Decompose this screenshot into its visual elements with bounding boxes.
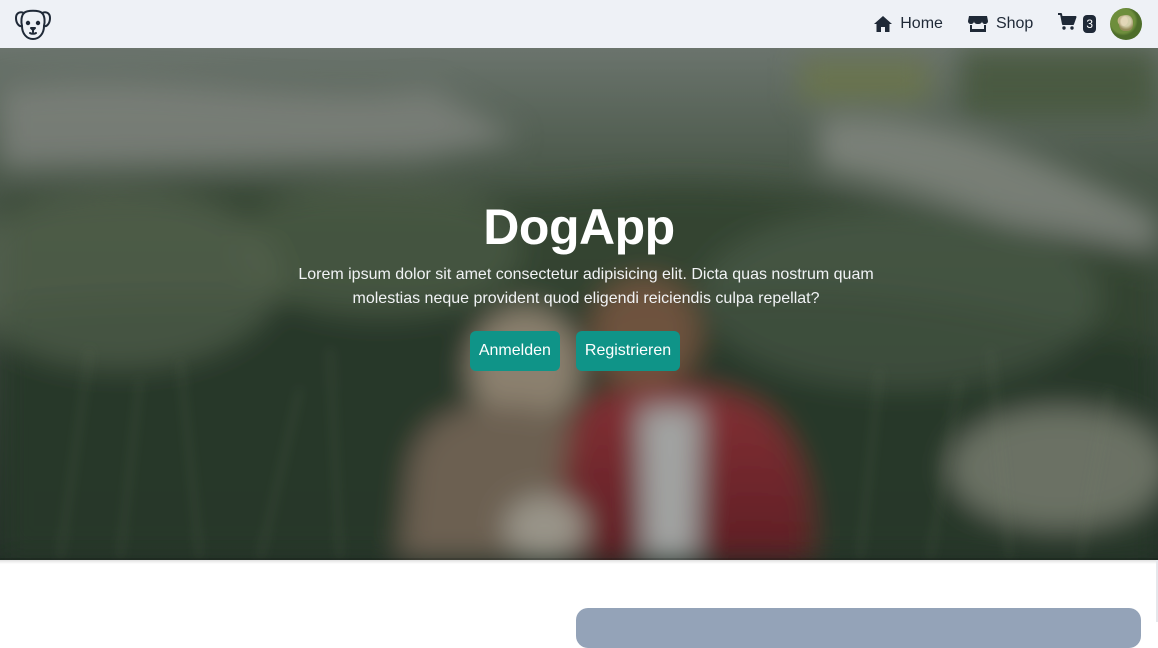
- home-icon: [873, 15, 893, 33]
- nav-shop-link[interactable]: Shop: [967, 0, 1033, 48]
- hero-buttons: Anmelden Registrieren: [0, 331, 1158, 371]
- nav-home-label: Home: [900, 15, 943, 32]
- hero-bottom-shadow: [0, 558, 1158, 564]
- dog-logo-icon[interactable]: [14, 5, 52, 43]
- cart-icon: [1057, 12, 1077, 36]
- login-button[interactable]: Anmelden: [469, 331, 560, 371]
- hero-section: DogApp Lorem ipsum dolor sit amet consec…: [0, 48, 1158, 560]
- store-icon: [967, 15, 989, 33]
- nav-shop-label: Shop: [995, 15, 1034, 32]
- cart-button[interactable]: 3: [1057, 12, 1096, 36]
- nav-home-link[interactable]: Home: [873, 0, 943, 48]
- cart-count-badge: 3: [1083, 15, 1096, 33]
- hero-title: DogApp: [483, 199, 675, 255]
- hero-content: DogApp Lorem ipsum dolor sit amet consec…: [0, 48, 1158, 560]
- top-navbar: Home Shop 3: [0, 0, 1158, 48]
- nav-links: Home Shop 3: [849, 0, 1142, 48]
- user-avatar[interactable]: [1110, 8, 1142, 40]
- content-card: [576, 608, 1141, 648]
- hero-description: Lorem ipsum dolor sit amet consectetur a…: [298, 266, 874, 307]
- register-button[interactable]: Registrieren: [575, 331, 681, 371]
